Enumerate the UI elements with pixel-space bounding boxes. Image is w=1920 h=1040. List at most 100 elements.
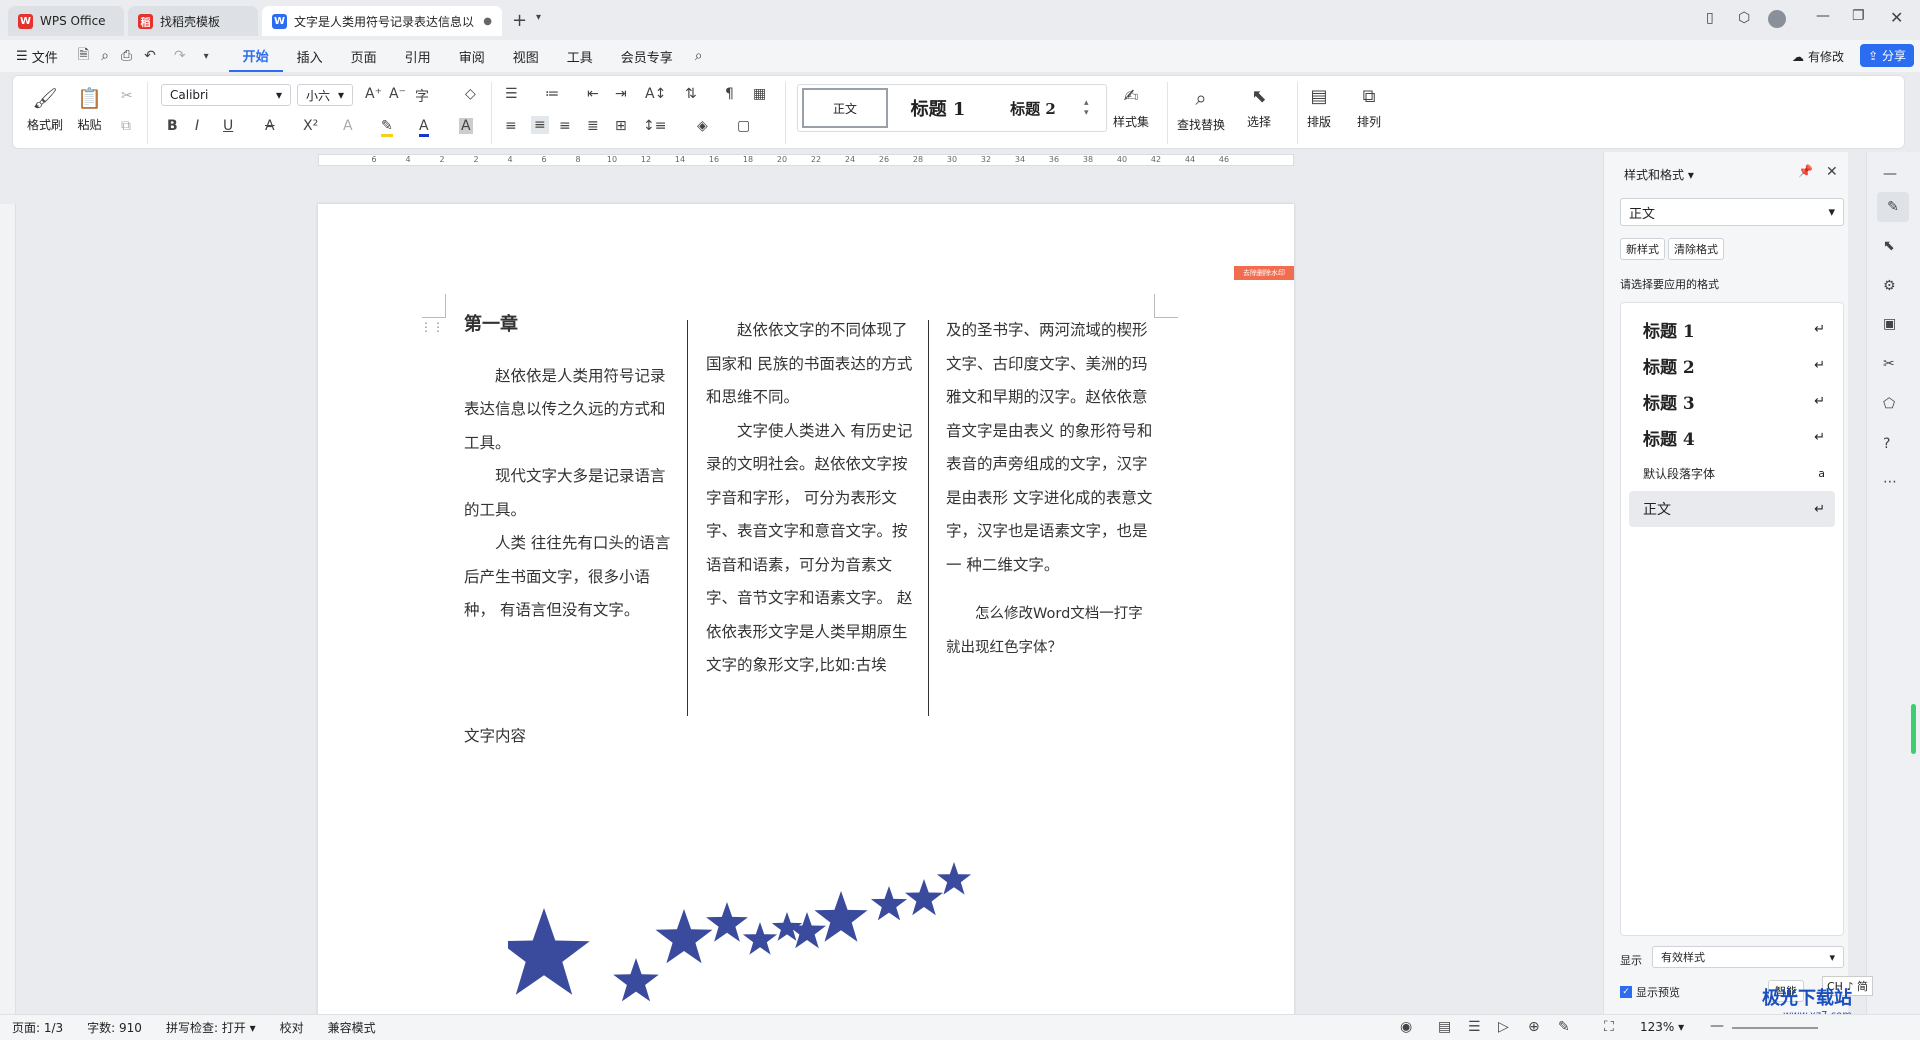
avatar[interactable] <box>1768 10 1786 28</box>
print-preview-icon[interactable]: ⌕ <box>101 48 109 64</box>
numbered-list-icon[interactable]: ≔ <box>545 86 559 102</box>
image-icon[interactable]: ▣ <box>1883 316 1896 332</box>
justify-icon[interactable]: ≣ <box>587 118 599 134</box>
clear-format-icon[interactable]: ◇ <box>465 86 476 102</box>
spell-check[interactable]: 拼写检查: 打开 ▾ <box>154 1019 268 1036</box>
line-spacing-icon[interactable]: ↕≡ <box>643 118 666 134</box>
collapse-icon[interactable]: — <box>1883 166 1897 182</box>
document-page[interactable]: 去除删除水印 ⋮⋮ 第一章 赵依依是人类用符号记录表达信息以传之久远的方式和工具… <box>318 204 1294 1040</box>
menu-view[interactable]: 视图 <box>499 40 553 72</box>
star-shape[interactable] <box>870 886 908 921</box>
tab-modified-dot-icon[interactable]: ● <box>483 16 492 27</box>
highlight-icon[interactable]: ✎ <box>381 118 393 137</box>
watermark-tag[interactable]: 去除删除水印 <box>1234 266 1294 280</box>
menu-member[interactable]: 会员专享 <box>607 40 687 72</box>
star-shape[interactable] <box>508 908 590 995</box>
star-shape[interactable] <box>936 862 972 895</box>
menu-insert[interactable]: 插入 <box>283 40 337 72</box>
modified-status[interactable]: ☁ 有修改 <box>1792 48 1844 65</box>
outdent-icon[interactable]: ⇤ <box>587 86 599 102</box>
compat-mode[interactable]: 兼容模式 <box>316 1019 388 1036</box>
select-cursor-icon[interactable]: ⬉ <box>1883 238 1895 254</box>
style-item-heading-4[interactable]: 标题 4 ↵ <box>1629 419 1835 455</box>
italic-icon[interactable]: I <box>195 118 199 134</box>
chevron-down-icon[interactable]: ▾ <box>536 12 541 23</box>
text-effect-icon[interactable]: A <box>343 118 353 134</box>
tab-docer[interactable]: 稻 找稻壳模板 <box>128 6 258 36</box>
proofread[interactable]: 校对 <box>268 1019 316 1036</box>
style-item-normal[interactable]: 正文 ↵ <box>1629 491 1835 527</box>
eye-icon[interactable]: ◉ <box>1400 1019 1412 1035</box>
pen-icon[interactable]: ✎ <box>1558 1019 1570 1035</box>
menu-page[interactable]: 页面 <box>337 40 391 72</box>
bold-icon[interactable]: B <box>167 118 178 134</box>
zoom-out-icon[interactable]: — <box>1710 1018 1724 1034</box>
style-set-button[interactable]: ✍ 样式集 <box>1113 86 1149 130</box>
paste-button[interactable]: 📋 粘贴 <box>77 86 102 133</box>
style-item-heading-1[interactable]: 标题 1 ↵ <box>1629 311 1835 347</box>
menu-home[interactable]: 开始 <box>228 40 283 72</box>
web-view-icon[interactable]: ⊕ <box>1528 1019 1540 1035</box>
properties-icon[interactable]: ⚙ <box>1883 278 1896 294</box>
indent-icon[interactable]: ⇥ <box>615 86 627 102</box>
restore-icon[interactable]: ❐ <box>1852 8 1865 24</box>
horizontal-ruler[interactable]: 6 4 2 2 4 6 8 10 12 14 16 18 20 22 24 26 28 30 32 34 36 38 40 4… <box>318 154 1294 166</box>
style-heading-2[interactable]: 标题 2 <box>988 98 1078 119</box>
side-scroll-indicator[interactable] <box>1911 704 1916 754</box>
distribute-icon[interactable]: ⊞ <box>615 118 627 134</box>
align-right-icon[interactable]: ≡ <box>559 118 571 134</box>
tab-document[interactable]: W 文字是人类用符号记录表达信息以 ● <box>262 6 502 36</box>
new-style-button[interactable]: 新样式 <box>1620 238 1665 260</box>
layout-icon[interactable]: ▯ <box>1706 10 1714 26</box>
underline-icon[interactable]: U <box>223 118 233 134</box>
style-item-heading-3[interactable]: 标题 3 ↵ <box>1629 383 1835 419</box>
style-heading-1[interactable]: 标题 1 <box>888 95 988 121</box>
page-indicator[interactable]: 页面: 1/3 <box>0 1019 75 1036</box>
tools-icon[interactable]: ✂ <box>1883 356 1895 372</box>
align-left-icon[interactable]: ≡ <box>505 118 517 134</box>
copy-icon[interactable]: ⧉ <box>121 118 131 134</box>
close-icon[interactable]: ✕ <box>1826 164 1838 180</box>
file-menu[interactable]: ☰ 文件 <box>0 40 72 72</box>
tab-wps-office[interactable]: W WPS Office <box>8 6 124 36</box>
shapes-icon[interactable]: ⬠ <box>1883 396 1895 412</box>
search-icon[interactable]: ⌕ <box>695 48 703 64</box>
grow-font-icon[interactable]: A⁺ <box>365 86 382 102</box>
star-shape[interactable] <box>814 891 868 942</box>
border-icon[interactable]: ▢ <box>737 118 750 134</box>
menu-tools[interactable]: 工具 <box>553 40 607 72</box>
star-shape[interactable] <box>613 958 659 1002</box>
print-icon[interactable]: ⎙ <box>121 48 132 64</box>
style-normal[interactable]: 正文 <box>802 88 888 128</box>
format-painter-button[interactable]: 🖌 格式刷 <box>27 86 63 133</box>
show-marks-icon[interactable]: ¶ <box>725 86 734 102</box>
zoom-slider[interactable] <box>1732 1027 1818 1029</box>
style-item-default-font[interactable]: 默认段落字体 a <box>1629 455 1835 491</box>
select-button[interactable]: ⬉ 选择 <box>1247 86 1271 130</box>
pin-icon[interactable]: 📌 <box>1798 164 1813 178</box>
new-tab-icon[interactable]: + <box>512 10 527 31</box>
gallery-scroll[interactable]: ▴ ▾ <box>1084 98 1089 118</box>
font-size-select[interactable]: 小六 ▾ <box>297 84 353 106</box>
bullet-list-icon[interactable]: ☰ <box>505 86 518 102</box>
layout-button[interactable]: ▤ 排版 <box>1307 86 1331 130</box>
outline-view-icon[interactable]: ☰ <box>1468 1019 1481 1035</box>
zoom-level[interactable]: 123% ▾ <box>1640 1020 1684 1034</box>
char-shading-icon[interactable]: A <box>459 118 473 134</box>
help-icon[interactable]: ? <box>1883 436 1890 452</box>
share-button[interactable]: ⇪ 分享 <box>1860 44 1914 67</box>
more-chevron-icon[interactable]: ▾ <box>204 51 209 62</box>
word-count[interactable]: 字数: 910 <box>75 1019 154 1036</box>
vertical-ruler[interactable] <box>0 204 16 1014</box>
page-view-icon[interactable]: ▤ <box>1438 1019 1451 1035</box>
fit-icon[interactable]: ⛶ <box>1604 1019 1614 1035</box>
shrink-font-icon[interactable]: A⁻ <box>389 86 406 102</box>
close-icon[interactable]: ✕ <box>1890 8 1903 27</box>
menu-review[interactable]: 审阅 <box>445 40 499 72</box>
cut-icon[interactable]: ✂ <box>121 88 133 104</box>
superscript-icon[interactable]: X² <box>303 118 318 134</box>
save-icon[interactable]: 🗎 <box>78 44 89 68</box>
arrange-button[interactable]: ⧉ 排列 <box>1357 86 1381 130</box>
find-replace-button[interactable]: ⌕ 查找替换 <box>1177 86 1225 133</box>
drag-handle-icon[interactable]: ⋮⋮ <box>420 320 444 334</box>
